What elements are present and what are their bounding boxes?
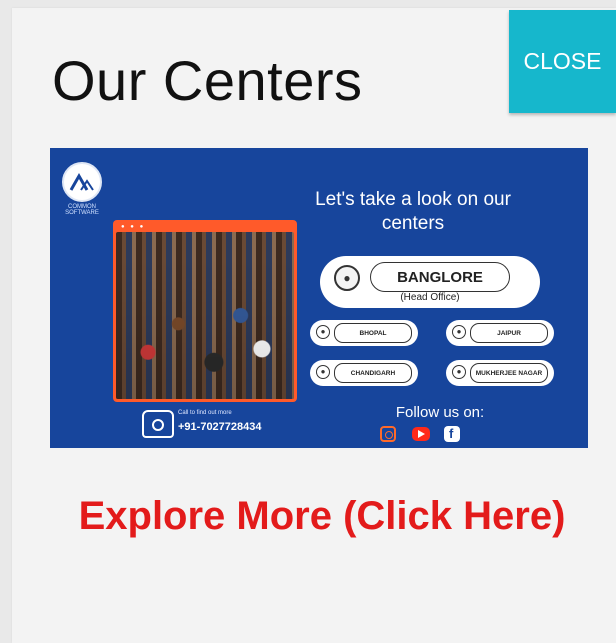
social-icons (376, 426, 476, 444)
center-pill-jaipur: ● JAIPUR (446, 320, 554, 346)
location-pin-icon: ● (452, 325, 466, 339)
phone-icon (142, 410, 174, 438)
location-pin-icon: ● (316, 365, 330, 379)
logo-caption: COMMON SOFTWARE (65, 204, 99, 216)
center-pill-bhopal: ● BHOPAL (310, 320, 418, 346)
centers-banner-image[interactable]: COMMON SOFTWARE ● ● ● Call to find out m… (50, 148, 588, 448)
instagram-icon (380, 426, 396, 442)
contact-block: Call to find out more +91-7027728434 (142, 408, 322, 438)
location-pin-icon: ● (316, 325, 330, 339)
classroom-photo-frame: ● ● ● (113, 220, 297, 402)
center-name: MUKHERJEE NAGAR (470, 363, 548, 383)
center-name: BHOPAL (334, 323, 412, 343)
center-name: JAIPUR (470, 323, 548, 343)
logo-icon (62, 162, 102, 202)
classroom-photo (116, 232, 294, 399)
facebook-icon (444, 426, 460, 442)
follow-label: Follow us on: (395, 404, 485, 421)
center-name: CHANDIGARH (334, 363, 412, 383)
contact-label: Call to find out more (178, 410, 232, 416)
head-office-name: BANGLORE (370, 262, 510, 292)
banner-headline: Let's take a look on our centers (315, 189, 511, 234)
modal-title: Our Centers (52, 49, 363, 112)
explore-more-link[interactable]: Explore More (Click Here) (62, 490, 582, 542)
head-office-sub: (Head Office) (400, 292, 460, 303)
head-office-pill: ● BANGLORE (Head Office) (320, 256, 540, 308)
close-button[interactable]: CLOSE (509, 10, 616, 113)
center-pill-chandigarh: ● CHANDIGARH (310, 360, 418, 386)
center-pill-mukherjee-nagar: ● MUKHERJEE NAGAR (446, 360, 554, 386)
contact-phone: +91-7027728434 (178, 421, 262, 433)
location-pin-icon: ● (334, 265, 360, 291)
location-pin-icon: ● (452, 365, 466, 379)
youtube-icon (412, 427, 430, 441)
